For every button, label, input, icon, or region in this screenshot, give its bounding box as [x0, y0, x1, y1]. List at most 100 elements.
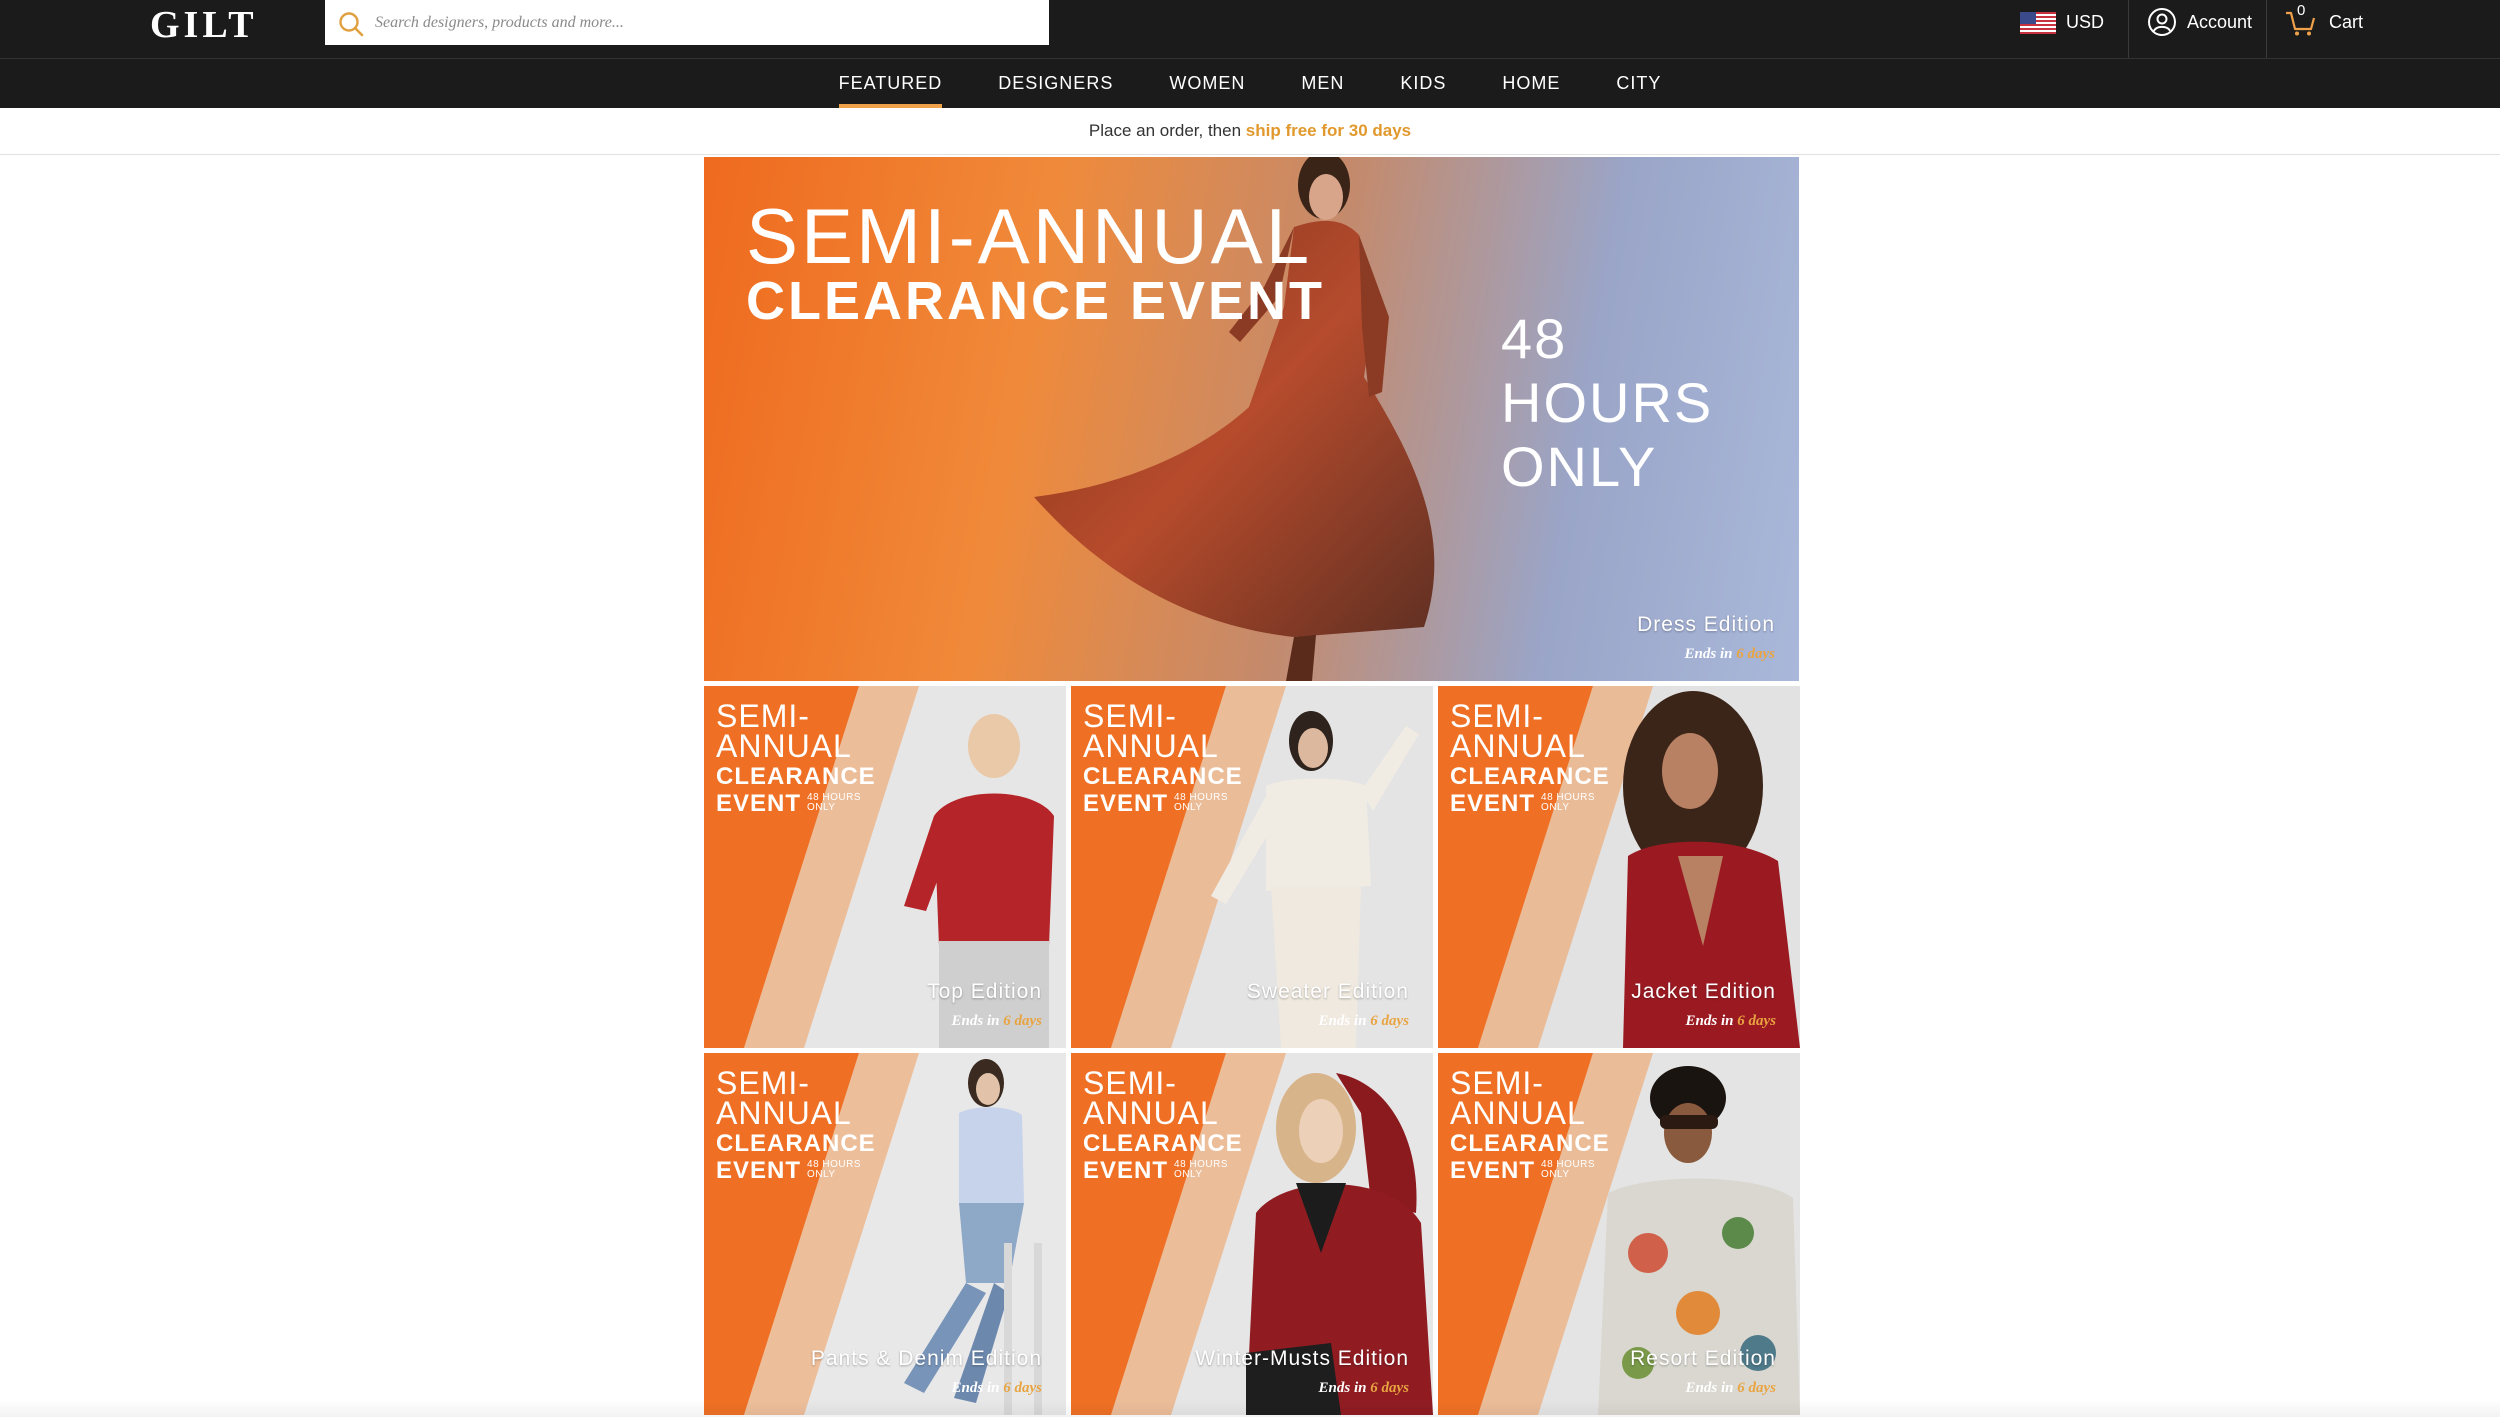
tile-badge: SEMI- ANNUAL CLEARANCE EVENT 48 HOURS ON… — [1450, 1065, 1610, 1184]
top-bar: GILT USD Account — [0, 0, 2500, 58]
tile-winter-musts-edition[interactable]: SEMI- ANNUAL CLEARANCE EVENT 48 HOURS ON… — [1071, 1053, 1433, 1415]
tile-resort-edition[interactable]: SEMI- ANNUAL CLEARANCE EVENT 48 HOURS ON… — [1438, 1053, 1800, 1415]
badge-hours-line2: ONLY — [1174, 1169, 1203, 1180]
tile-badge: SEMI- ANNUAL CLEARANCE EVENT 48 HOURS ON… — [1083, 698, 1243, 817]
tile-top-edition[interactable]: SEMI- ANNUAL CLEARANCE EVENT 48 HOURS ON… — [704, 686, 1066, 1048]
nav-kids[interactable]: KIDS — [1372, 59, 1474, 109]
badge-hours-line2: ONLY — [1174, 802, 1203, 813]
tile-edition-title: Jacket Edition — [1631, 980, 1776, 1003]
tile-ends-days: 6 days — [1737, 1380, 1776, 1396]
search-box[interactable] — [325, 0, 1049, 45]
shipping-promo: Place an order, then ship free for 30 da… — [0, 108, 2500, 155]
badge-event: EVENT — [1450, 790, 1536, 817]
nav-designers[interactable]: DESIGNERS — [970, 59, 1141, 109]
badge-hours: 48 HOURS ONLY — [1174, 1160, 1228, 1180]
badge-annual: ANNUAL — [1083, 1095, 1219, 1131]
promo-text: Place an order, then — [1088, 121, 1242, 140]
tile-ends-days: 6 days — [1370, 1013, 1409, 1029]
badge-event: EVENT — [1083, 1157, 1169, 1184]
badge-event: EVENT — [1450, 1157, 1536, 1184]
tile-pants-denim-edition[interactable]: SEMI- ANNUAL CLEARANCE EVENT 48 HOURS ON… — [704, 1053, 1066, 1415]
nav-city[interactable]: CITY — [1588, 59, 1689, 109]
tile-ends-prefix: Ends in — [1318, 1013, 1367, 1029]
badge-event: EVENT — [716, 790, 802, 817]
cart-count: 0 — [2297, 2, 2306, 19]
tile-ends-prefix: Ends in — [1318, 1380, 1367, 1396]
currency-selector[interactable]: USD — [2020, 0, 2104, 45]
badge-semi: SEMI- — [1083, 698, 1177, 734]
badge-hours: 48 HOURS ONLY — [1541, 1160, 1595, 1180]
badge-hours: 48 HOURS ONLY — [1174, 793, 1228, 813]
tile-badge: SEMI- ANNUAL CLEARANCE EVENT 48 HOURS ON… — [716, 1065, 876, 1184]
tile-ends-prefix: Ends in — [951, 1380, 1000, 1396]
tile-edition-title: Top Edition — [927, 980, 1042, 1003]
badge-clearance: CLEARANCE — [1083, 763, 1243, 790]
badge-annual: ANNUAL — [1450, 728, 1586, 764]
hero-headline: SEMI-ANNUAL — [746, 192, 1313, 280]
tile-ends: Ends in 6 days — [1686, 1380, 1776, 1397]
search-icon[interactable] — [337, 10, 365, 38]
gilt-logo[interactable]: GILT — [150, 4, 258, 46]
tile-sweater-edition[interactable]: SEMI- ANNUAL CLEARANCE EVENT 48 HOURS ON… — [1071, 686, 1433, 1048]
user-icon — [2148, 8, 2176, 36]
hero-edition-title: Dress Edition — [1637, 613, 1775, 636]
badge-clearance: CLEARANCE — [1450, 763, 1610, 790]
badge-annual: ANNUAL — [1450, 1095, 1586, 1131]
tile-ends-days: 6 days — [1003, 1380, 1042, 1396]
cart-icon: 0 — [2285, 2, 2317, 37]
badge-clearance: CLEARANCE — [716, 1130, 876, 1157]
tile-edition-title: Sweater Edition — [1246, 980, 1409, 1003]
account-link[interactable]: Account — [2128, 0, 2252, 58]
us-flag-icon — [2020, 11, 2056, 34]
badge-semi: SEMI- — [1083, 1065, 1177, 1101]
badge-semi: SEMI- — [1450, 1065, 1544, 1101]
badge-event: EVENT — [716, 1157, 802, 1184]
badge-annual: ANNUAL — [716, 1095, 852, 1131]
badge-clearance: CLEARANCE — [716, 763, 876, 790]
badge-hours-line2: ONLY — [1541, 1169, 1570, 1180]
tile-ends: Ends in 6 days — [1686, 1013, 1776, 1030]
tile-ends: Ends in 6 days — [952, 1380, 1042, 1397]
promo-link[interactable]: ship free for 30 days — [1246, 121, 1411, 140]
tile-jacket-edition[interactable]: SEMI- ANNUAL CLEARANCE EVENT 48 HOURS ON… — [1438, 686, 1800, 1048]
badge-hours-line2: ONLY — [807, 802, 836, 813]
tile-ends-days: 6 days — [1370, 1380, 1409, 1396]
tile-edition-title: Resort Edition — [1630, 1347, 1776, 1370]
tile-edition-title: Pants & Denim Edition — [810, 1347, 1042, 1370]
currency-label: USD — [2066, 12, 2105, 32]
nav-women[interactable]: WOMEN — [1141, 59, 1273, 109]
nav-featured[interactable]: FEATURED — [811, 59, 971, 109]
tile-ends: Ends in 6 days — [1319, 1013, 1409, 1030]
tile-edition-title: Winter-Musts Edition — [1195, 1347, 1409, 1370]
hero-ends: Ends in 6 days — [1685, 646, 1775, 663]
badge-annual: ANNUAL — [1083, 728, 1219, 764]
nav-home[interactable]: HOME — [1474, 59, 1588, 109]
badge-semi: SEMI- — [716, 1065, 810, 1101]
tile-badge: SEMI- ANNUAL CLEARANCE EVENT 48 HOURS ON… — [1450, 698, 1610, 817]
cart-label: Cart — [2329, 11, 2364, 32]
hero-ends-prefix: Ends in — [1684, 646, 1733, 662]
tile-ends: Ends in 6 days — [1319, 1380, 1409, 1397]
tile-ends-prefix: Ends in — [1685, 1013, 1734, 1029]
nav-men[interactable]: MEN — [1273, 59, 1372, 109]
badge-hours-line2: ONLY — [1541, 802, 1570, 813]
badge-event: EVENT — [1083, 790, 1169, 817]
tile-badge: SEMI- ANNUAL CLEARANCE EVENT 48 HOURS ON… — [1083, 1065, 1243, 1184]
account-label: Account — [2187, 11, 2253, 32]
tile-badge: SEMI- ANNUAL CLEARANCE EVENT 48 HOURS ON… — [716, 698, 876, 817]
badge-hours-line2: ONLY — [807, 1169, 836, 1180]
tile-ends-prefix: Ends in — [1685, 1380, 1734, 1396]
tile-ends-days: 6 days — [1003, 1013, 1042, 1029]
cart-link[interactable]: 0 Cart — [2266, 0, 2363, 58]
badge-semi: SEMI- — [716, 698, 810, 734]
badge-hours: 48 HOURS ONLY — [807, 1160, 861, 1180]
hero-duration: 48 HOURS ONLY — [1501, 307, 1791, 499]
badge-annual: ANNUAL — [716, 728, 852, 764]
badge-hours: 48 HOURS ONLY — [1541, 793, 1595, 813]
hero-duration-line1: 48 HOURS — [1501, 307, 1714, 434]
tile-ends: Ends in 6 days — [952, 1013, 1042, 1030]
badge-hours: 48 HOURS ONLY — [807, 793, 861, 813]
search-input[interactable] — [375, 6, 1035, 39]
hero-banner-dress-edition[interactable]: SEMI-ANNUAL CLEARANCE EVENT 48 HOURS ONL… — [704, 157, 1799, 681]
badge-semi: SEMI- — [1450, 698, 1544, 734]
